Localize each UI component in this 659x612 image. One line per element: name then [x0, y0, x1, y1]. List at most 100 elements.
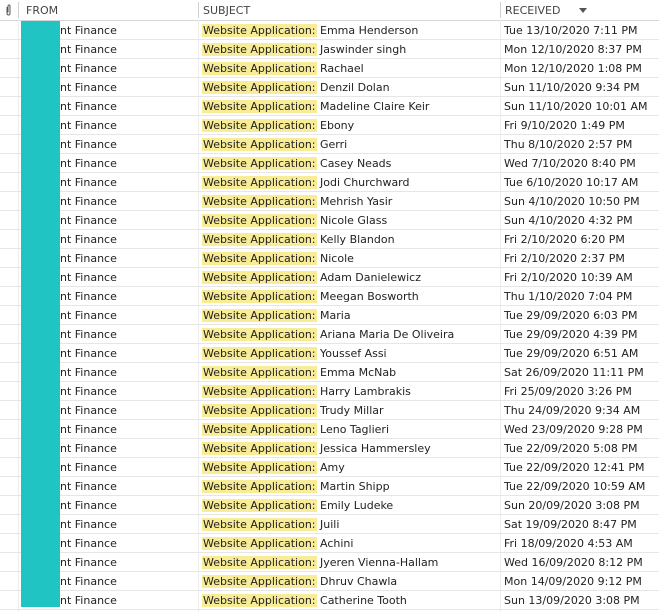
received-date: Tue 22/09/2020 10:59 AM	[504, 480, 646, 493]
message-row[interactable]: nt Finance Website Application: Jaswinder…	[0, 40, 659, 59]
message-row[interactable]: nt Finance Website Application: Maria Tue …	[0, 306, 659, 325]
message-row[interactable]: nt Finance Website Application: Gerri Thu …	[0, 135, 659, 154]
subject-text: Website Application: Dhruv Chawla	[202, 572, 397, 591]
received-date: Fri 2/10/2020 6:20 PM	[504, 233, 625, 246]
message-row[interactable]: nt Finance Website Application: Adam Dani…	[0, 268, 659, 287]
subject-prefix-highlight: Website Application:	[202, 385, 317, 398]
subject-prefix-highlight: Website Application:	[202, 138, 317, 151]
message-row[interactable]: nt Finance Website Application: Kelly Bla…	[0, 230, 659, 249]
message-row[interactable]: nt Finance Website Application: Casey Nea…	[0, 154, 659, 173]
subject-text: Website Application: Jessica Hammersley	[202, 439, 431, 458]
subject-prefix-highlight: Website Application:	[202, 328, 317, 341]
sender-name: nt Finance	[60, 442, 117, 455]
subject-prefix-highlight: Website Application:	[202, 366, 317, 379]
message-row[interactable]: nt Finance Website Application: Trudy Mil…	[0, 401, 659, 420]
received-date: Tue 29/09/2020 4:39 PM	[504, 328, 638, 341]
subject-text: Website Application: Emily Ludeke	[202, 496, 393, 515]
sender-name: nt Finance	[60, 347, 117, 360]
subject-prefix-highlight: Website Application:	[202, 594, 317, 607]
message-row[interactable]: nt Finance Website Application: Catherine…	[0, 591, 659, 610]
message-row[interactable]: nt Finance Website Application: Ebony Fri …	[0, 116, 659, 135]
applicant-name: Martin Shipp	[320, 480, 390, 493]
applicant-name: Gerri	[320, 138, 348, 151]
column-header-subject[interactable]: SUBJECT	[203, 0, 250, 20]
message-row[interactable]: nt Finance Website Application: Achini Fri…	[0, 534, 659, 553]
message-row[interactable]: nt Finance Website Application: Leno Tagl…	[0, 420, 659, 439]
received-date: Tue 22/09/2020 5:08 PM	[504, 442, 638, 455]
sender-name: nt Finance	[60, 214, 117, 227]
message-row[interactable]: nt Finance Website Application: Juili Sat …	[0, 515, 659, 534]
subject-prefix-highlight: Website Application:	[202, 537, 317, 550]
applicant-name: Juili	[320, 518, 340, 531]
subject-text: Website Application: Jyeren Vienna-Halla…	[202, 553, 438, 572]
message-row[interactable]: nt Finance Website Application: Jyeren Vi…	[0, 553, 659, 572]
applicant-name: Jessica Hammersley	[320, 442, 431, 455]
subject-prefix-highlight: Website Application:	[202, 309, 317, 322]
subject-text: Website Application: Ebony	[202, 116, 354, 135]
received-date: Thu 8/10/2020 2:57 PM	[504, 138, 633, 151]
subject-text: Website Application: Achini	[202, 534, 353, 553]
subject-prefix-highlight: Website Application:	[202, 423, 317, 436]
subject-prefix-highlight: Website Application:	[202, 461, 317, 474]
received-date: Fri 2/10/2020 10:39 AM	[504, 271, 633, 284]
message-row[interactable]: nt Finance Website Application: Emma Hend…	[0, 21, 659, 40]
sender-name: nt Finance	[60, 480, 117, 493]
subject-prefix-highlight: Website Application:	[202, 442, 317, 455]
subject-prefix-highlight: Website Application:	[202, 43, 317, 56]
subject-text: Website Application: Leno Taglieri	[202, 420, 389, 439]
applicant-name: Denzil Dolan	[320, 81, 390, 94]
column-header-from[interactable]: FROM	[26, 0, 58, 20]
message-row[interactable]: nt Finance Website Application: Nicole Fri…	[0, 249, 659, 268]
subject-prefix-highlight: Website Application:	[202, 271, 317, 284]
column-separator[interactable]	[500, 2, 501, 18]
applicant-name: Jyeren Vienna-Hallam	[320, 556, 439, 569]
subject-text: Website Application: Harry Lambrakis	[202, 382, 411, 401]
message-row[interactable]: nt Finance Website Application: Denzil Do…	[0, 78, 659, 97]
subject-prefix-highlight: Website Application:	[202, 499, 317, 512]
received-date: Sun 4/10/2020 10:50 PM	[504, 195, 640, 208]
sort-descending-icon[interactable]	[579, 8, 587, 13]
message-row[interactable]: nt Finance Website Application: Jodi Chur…	[0, 173, 659, 192]
message-row[interactable]: nt Finance Website Application: Martin Sh…	[0, 477, 659, 496]
applicant-name: Dhruv Chawla	[320, 575, 398, 588]
message-row[interactable]: nt Finance Website Application: Dhruv Cha…	[0, 572, 659, 591]
message-row[interactable]: nt Finance Website Application: Emma McNa…	[0, 363, 659, 382]
column-separator[interactable]	[18, 2, 19, 18]
paperclip-icon[interactable]	[4, 4, 13, 16]
subject-prefix-highlight: Website Application:	[202, 290, 317, 303]
received-date: Sun 4/10/2020 4:32 PM	[504, 214, 633, 227]
sender-name: nt Finance	[60, 575, 117, 588]
message-row[interactable]: nt Finance Website Application: Amy Tue 22…	[0, 458, 659, 477]
applicant-name: Youssef Assi	[320, 347, 387, 360]
sender-name: nt Finance	[60, 328, 117, 341]
column-header-bar: FROM SUBJECT RECEIVED	[0, 0, 659, 21]
applicant-name: Achini	[320, 537, 354, 550]
applicant-name: Meegan Bosworth	[320, 290, 419, 303]
applicant-name: Jodi Churchward	[320, 176, 410, 189]
subject-text: Website Application: Denzil Dolan	[202, 78, 390, 97]
received-date: Sat 19/09/2020 8:47 PM	[504, 518, 637, 531]
message-row[interactable]: nt Finance Website Application: Jessica H…	[0, 439, 659, 458]
message-row[interactable]: nt Finance Website Application: Ariana Ma…	[0, 325, 659, 344]
received-date: Sun 11/10/2020 10:01 AM	[504, 100, 648, 113]
message-row[interactable]: nt Finance Website Application: Emily Lud…	[0, 496, 659, 515]
applicant-name: Jaswinder singh	[320, 43, 407, 56]
sender-name: nt Finance	[60, 81, 117, 94]
message-row[interactable]: nt Finance Website Application: Mehrish Y…	[0, 192, 659, 211]
message-row[interactable]: nt Finance Website Application: Madeline …	[0, 97, 659, 116]
message-row[interactable]: nt Finance Website Application: Harry Lam…	[0, 382, 659, 401]
column-separator[interactable]	[198, 2, 199, 18]
subject-text: Website Application: Ariana Maria De Oli…	[202, 325, 454, 344]
received-date: Thu 1/10/2020 7:04 PM	[504, 290, 633, 303]
message-row[interactable]: nt Finance Website Application: Nicole Gl…	[0, 211, 659, 230]
subject-prefix-highlight: Website Application:	[202, 518, 317, 531]
applicant-name: Adam Danielewicz	[320, 271, 421, 284]
column-header-received[interactable]: RECEIVED	[505, 0, 560, 20]
received-date: Tue 29/09/2020 6:03 PM	[504, 309, 638, 322]
message-row[interactable]: nt Finance Website Application: Rachael Mo…	[0, 59, 659, 78]
sender-name: nt Finance	[60, 537, 117, 550]
message-row[interactable]: nt Finance Website Application: Meegan Bo…	[0, 287, 659, 306]
received-date: Fri 9/10/2020 1:49 PM	[504, 119, 625, 132]
message-row[interactable]: nt Finance Website Application: Youssef A…	[0, 344, 659, 363]
subject-prefix-highlight: Website Application:	[202, 556, 317, 569]
